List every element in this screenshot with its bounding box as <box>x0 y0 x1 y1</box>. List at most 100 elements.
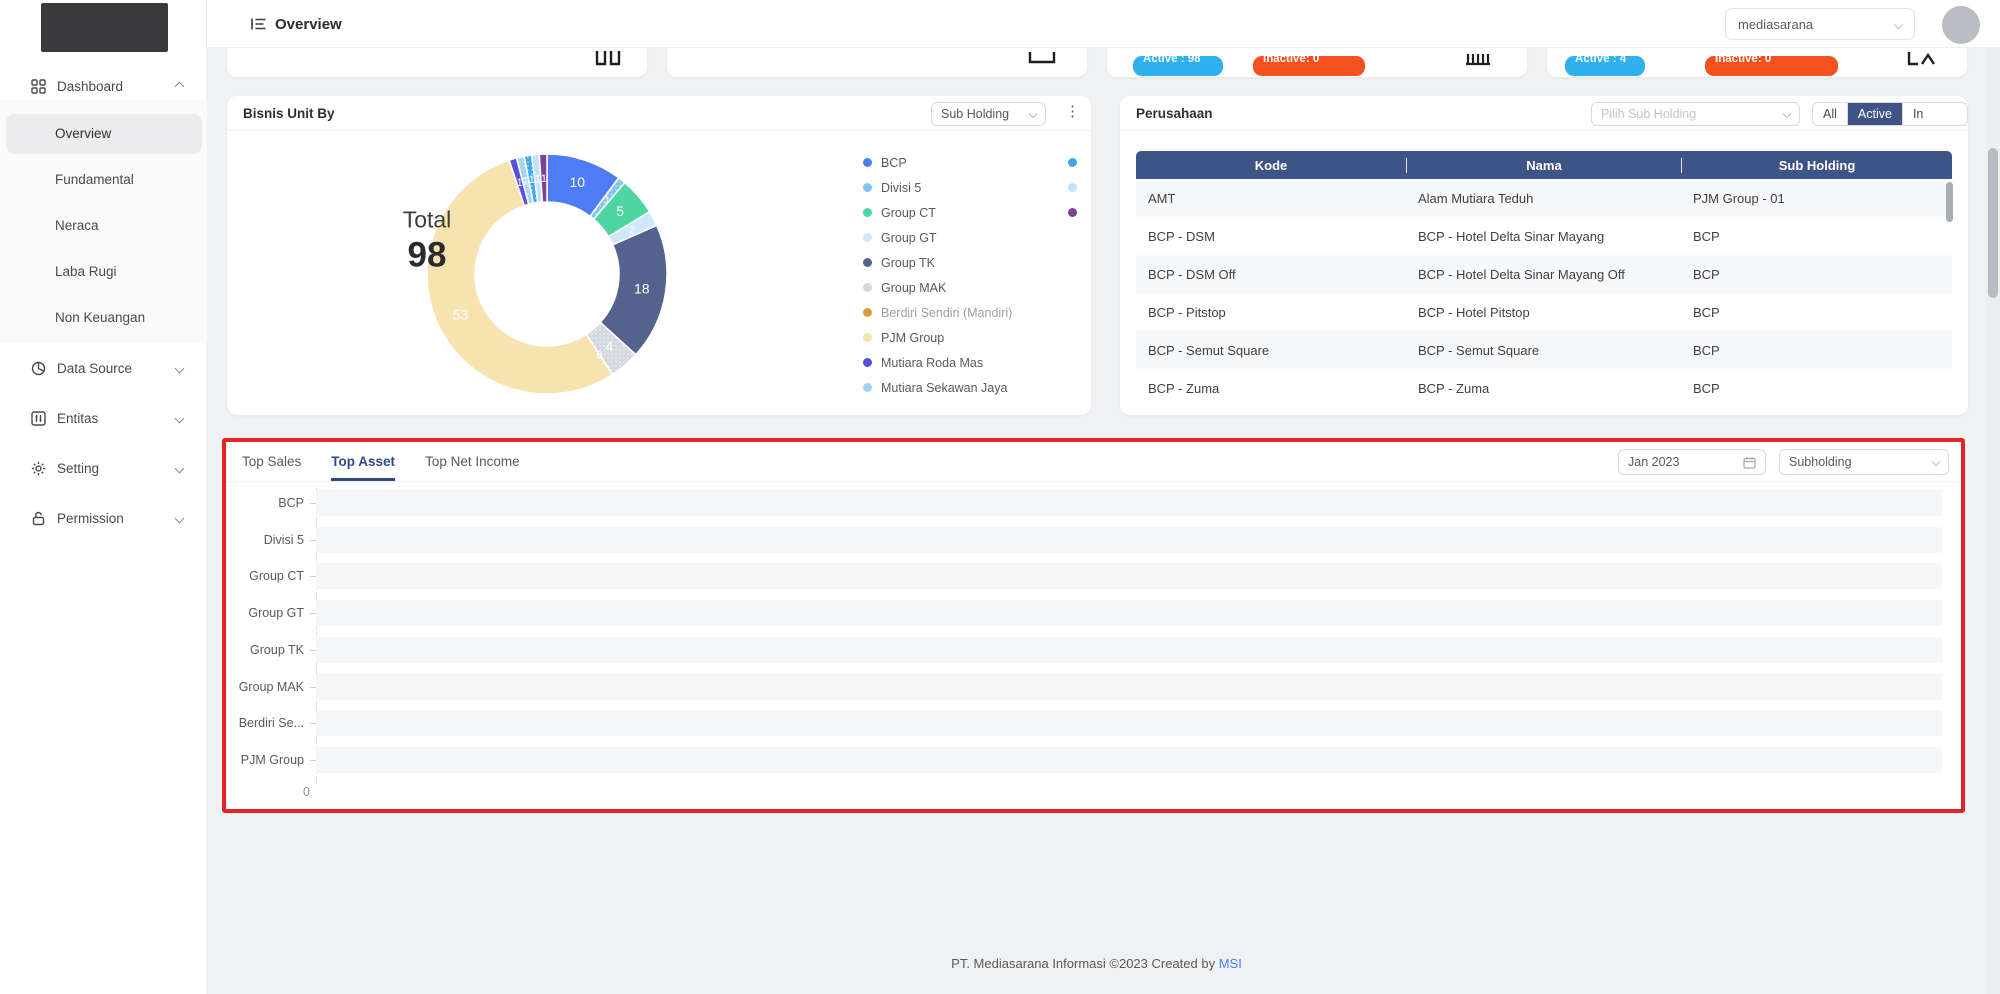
legend-dot <box>863 158 872 167</box>
table-cell: BCP <box>1681 343 1952 358</box>
table-cell: BCP - Zuma <box>1136 381 1406 396</box>
grid-icon <box>30 78 47 95</box>
legend-dot <box>863 333 872 342</box>
table-cell: BCP - Zuma <box>1406 381 1681 396</box>
table-cell: BCP <box>1681 305 1952 320</box>
table-row[interactable]: BCP - PitstopBCP - Hotel PitstopBCP <box>1136 293 1952 331</box>
legend-dot <box>863 358 872 367</box>
user-avatar[interactable] <box>1942 6 1980 44</box>
sidebar-item-non-keuangan[interactable]: Non Keuangan <box>6 298 202 338</box>
sidebar-item-laba-rugi[interactable]: Laba Rugi <box>6 252 202 292</box>
chevron-down-icon <box>175 463 185 473</box>
stat-card <box>227 48 647 77</box>
donut-segment-value: 18 <box>634 280 650 296</box>
table-scrollbar-thumb[interactable] <box>1946 182 1953 222</box>
kebab-menu-icon[interactable]: ⋮ <box>1065 107 1080 117</box>
legend-dot <box>1068 208 1077 217</box>
msi-link[interactable]: MSI <box>1219 956 1242 971</box>
sidebar-item-permission[interactable]: Permission <box>0 493 207 543</box>
sidebar-item-label: Permission <box>57 511 124 526</box>
legend-item[interactable]: Mutiara Roda Mas <box>863 350 1012 375</box>
page-scrollbar-thumb[interactable] <box>1988 148 1998 298</box>
chevron-down-icon <box>175 513 185 523</box>
table-cell: PJM Group - 01 <box>1681 191 1952 206</box>
stat-card-icon <box>1027 50 1057 68</box>
table-cell: BCP - DSM Off <box>1136 267 1406 282</box>
legend-label: Mutiara Roda Mas <box>881 356 983 370</box>
sidebar-item-neraca[interactable]: Neraca <box>6 206 202 246</box>
table-row[interactable]: BCP - DSMBCP - Hotel Delta Sinar MayangB… <box>1136 217 1952 255</box>
legend-item[interactable]: Divisi 5 <box>863 175 1012 200</box>
legend-dot <box>863 183 872 192</box>
legend-item[interactable] <box>1068 200 1077 225</box>
axis-tick <box>310 540 316 541</box>
legend-label: Group TK <box>881 256 935 270</box>
tab-top-asset[interactable]: Top Asset <box>331 442 395 481</box>
bar-row-band <box>316 600 1942 626</box>
legend-item[interactable]: Berdiri Sendiri (Mandiri) <box>863 300 1012 325</box>
bar-row-band <box>316 527 1942 553</box>
top-asset-bar-chart: BCPDivisi 5Group CTGroup GTGroup TKGroup… <box>226 482 1961 809</box>
donut-segment-value: 4 <box>605 338 613 354</box>
sidebar-item-label: Data Source <box>57 361 132 376</box>
legend-item[interactable]: Group MAK <box>863 275 1012 300</box>
pilih-sub-holding-select[interactable]: Pilih Sub Holding <box>1591 102 1800 126</box>
perusahaan-table: Kode Nama Sub Holding AMTAlam Mutiara Te… <box>1136 151 1952 407</box>
chevron-down-icon <box>1932 458 1940 466</box>
legend-dot <box>863 383 872 392</box>
date-picker[interactable]: Jan 2023 <box>1618 449 1766 475</box>
tab-top-net-income[interactable]: Top Net Income <box>425 442 520 481</box>
legend-item[interactable]: Mutiara Sekawan Jaya <box>863 375 1012 400</box>
table-header: Kode Nama Sub Holding <box>1136 151 1952 179</box>
legend-dot <box>1068 158 1077 167</box>
stat-card <box>667 48 1087 77</box>
card-title: Bisnis Unit By <box>243 106 335 121</box>
legend-item[interactable]: Group GT <box>863 225 1012 250</box>
sidebar-item-data-source[interactable]: Data Source <box>0 343 207 393</box>
collapse-menu-icon[interactable] <box>251 17 266 31</box>
legend-item[interactable]: Group TK <box>863 250 1012 275</box>
stat-card-icon <box>1905 50 1937 68</box>
table-cell: BCP - Hotel Delta Sinar Mayang Off <box>1406 267 1681 282</box>
legend-dot <box>863 208 872 217</box>
table-row[interactable]: BCP - Semut SquareBCP - Semut SquareBCP <box>1136 331 1952 369</box>
sidebar-item-overview[interactable]: Overview <box>6 114 202 154</box>
filter-inactive-button[interactable]: In Active <box>1902 103 1967 125</box>
bar-category-label: Group CT <box>226 569 304 583</box>
table-cell: BCP - Pitstop <box>1136 305 1406 320</box>
active-count-badge: Active : 4 <box>1565 56 1645 76</box>
bar-row-band <box>316 490 1942 516</box>
table-row[interactable]: BCP - DSM OffBCP - Hotel Delta Sinar May… <box>1136 255 1952 293</box>
table-cell: BCP - Semut Square <box>1406 343 1681 358</box>
top-chart-section: Top Sales Top Asset Top Net Income Jan 2… <box>222 438 1965 813</box>
workspace-select[interactable]: mediasarana <box>1725 8 1915 40</box>
table-cell: BCP <box>1681 381 1952 396</box>
filter-active-button[interactable]: Active <box>1847 103 1902 125</box>
lock-icon <box>30 510 47 527</box>
table-cell: BCP - DSM <box>1136 229 1406 244</box>
filter-all-button[interactable]: All <box>1813 103 1847 125</box>
donut-legend-extra <box>1068 150 1077 225</box>
sidebar-item-fundamental[interactable]: Fundamental <box>6 160 202 200</box>
sub-holding-select[interactable]: Sub Holding <box>931 102 1046 126</box>
legend-item[interactable] <box>1068 175 1077 200</box>
tab-top-sales[interactable]: Top Sales <box>242 442 301 481</box>
stat-card-icon <box>593 50 623 68</box>
dashboard-submenu: Overview Fundamental Neraca Laba Rugi No… <box>0 100 207 343</box>
donut-segment-value: 10 <box>569 174 585 190</box>
table-cell: Alam Mutiara Teduh <box>1406 191 1681 206</box>
footer: PT. Mediasarana Informasi ©2023 Created … <box>207 956 1986 971</box>
bar-category-label: PJM Group <box>226 753 304 767</box>
sidebar-item-setting[interactable]: Setting <box>0 443 207 493</box>
legend-item[interactable] <box>1068 150 1077 175</box>
table-row[interactable]: AMTAlam Mutiara TeduhPJM Group - 01 <box>1136 179 1952 217</box>
legend-item[interactable]: BCP <box>863 150 1012 175</box>
legend-label: Berdiri Sendiri (Mandiri) <box>881 306 1012 320</box>
status-filter-segmented: All Active In Active <box>1812 102 1968 126</box>
subholding-select[interactable]: Subholding <box>1779 449 1949 475</box>
top-header: Overview mediasarana <box>207 0 2000 48</box>
legend-item[interactable]: Group CT <box>863 200 1012 225</box>
legend-item[interactable]: PJM Group <box>863 325 1012 350</box>
table-row[interactable]: BCP - ZumaBCP - ZumaBCP <box>1136 369 1952 407</box>
sidebar-item-entitas[interactable]: Entitas <box>0 393 207 443</box>
